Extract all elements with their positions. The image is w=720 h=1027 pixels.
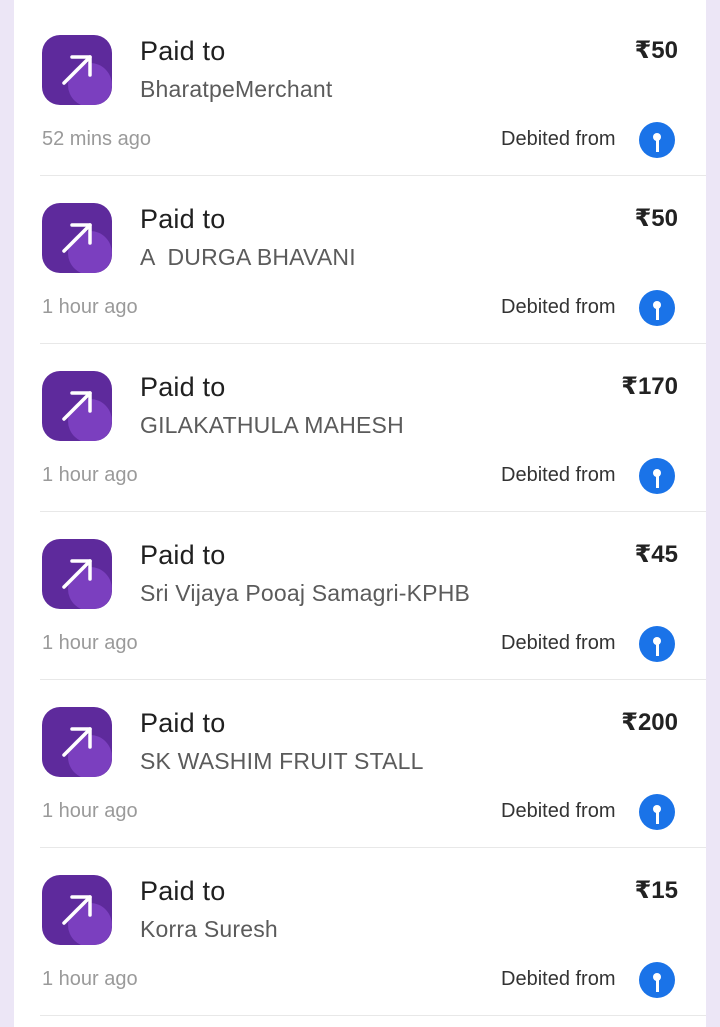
transaction-type-label: Paid to bbox=[140, 876, 226, 906]
debited-from-label: Debited from bbox=[501, 968, 616, 990]
transaction-amount: ₹50 bbox=[634, 205, 678, 232]
sbi-bank-icon bbox=[639, 122, 675, 158]
transaction-amount: ₹200 bbox=[621, 709, 678, 736]
debited-from-label: Debited from bbox=[501, 128, 616, 150]
transaction-amount: ₹170 bbox=[621, 373, 678, 400]
payee-name: GILAKATHULA MAHESH bbox=[140, 412, 404, 438]
sbi-bank-icon bbox=[639, 290, 675, 326]
transaction-amount: ₹45 bbox=[634, 541, 678, 568]
arrow-up-right-icon bbox=[42, 875, 112, 945]
debited-from-label: Debited from bbox=[501, 464, 616, 486]
payee-name: SK WASHIM FRUIT STALL bbox=[140, 748, 424, 774]
transaction-history-list: Paid to BharatpeMerchant ₹50 52 mins ago… bbox=[14, 0, 706, 1027]
transaction-item[interactable]: Paid to SK WASHIM FRUIT STALL ₹200 1 hou… bbox=[14, 672, 706, 848]
transaction-time: 1 hour ago bbox=[42, 632, 138, 654]
debited-from-label: Debited from bbox=[501, 800, 616, 822]
transaction-time: 1 hour ago bbox=[42, 296, 138, 318]
transaction-amount: ₹15 bbox=[634, 877, 678, 904]
divider bbox=[40, 1015, 706, 1016]
sbi-bank-icon bbox=[639, 458, 675, 494]
arrow-up-right-icon bbox=[42, 203, 112, 273]
transaction-time: 1 hour ago bbox=[42, 968, 138, 990]
payee-name: Korra Suresh bbox=[140, 916, 278, 942]
payee-name: Sri Vijaya Pooaj Samagri-KPHB bbox=[140, 580, 471, 606]
arrow-up-right-icon bbox=[42, 35, 112, 105]
sbi-bank-icon bbox=[639, 626, 675, 662]
transaction-item[interactable]: Paid to BharatpeMerchant ₹50 52 mins ago… bbox=[14, 0, 706, 176]
debited-from-label: Debited from bbox=[501, 632, 616, 654]
transaction-type-label: Paid to bbox=[140, 204, 226, 234]
transaction-item[interactable]: Paid to Korra Suresh ₹15 1 hour ago Debi… bbox=[14, 840, 706, 1016]
payee-name: A DURGA BHAVANI bbox=[140, 244, 356, 270]
arrow-up-right-icon bbox=[42, 707, 112, 777]
payee-name: BharatpeMerchant bbox=[140, 76, 333, 102]
transaction-time: 1 hour ago bbox=[42, 800, 138, 822]
arrow-up-right-icon bbox=[42, 371, 112, 441]
sbi-bank-icon bbox=[639, 962, 675, 998]
transaction-type-label: Paid to bbox=[140, 372, 226, 402]
debited-from-label: Debited from bbox=[501, 296, 616, 318]
transaction-time: 1 hour ago bbox=[42, 464, 138, 486]
sbi-bank-icon bbox=[639, 794, 675, 830]
transaction-item[interactable]: Paid to GILAKATHULA MAHESH ₹170 1 hour a… bbox=[14, 336, 706, 512]
transaction-item[interactable]: Paid to Sri Vijaya Pooaj Samagri-KPHB ₹4… bbox=[14, 504, 706, 680]
transaction-item[interactable]: Paid to A DURGA BHAVANI ₹50 1 hour ago D… bbox=[14, 168, 706, 344]
transaction-type-label: Paid to bbox=[140, 708, 226, 738]
transaction-type-label: Paid to bbox=[140, 540, 226, 570]
transaction-amount: ₹50 bbox=[634, 37, 678, 64]
arrow-up-right-icon bbox=[42, 539, 112, 609]
transaction-time: 52 mins ago bbox=[42, 128, 151, 150]
transaction-type-label: Paid to bbox=[140, 36, 226, 66]
